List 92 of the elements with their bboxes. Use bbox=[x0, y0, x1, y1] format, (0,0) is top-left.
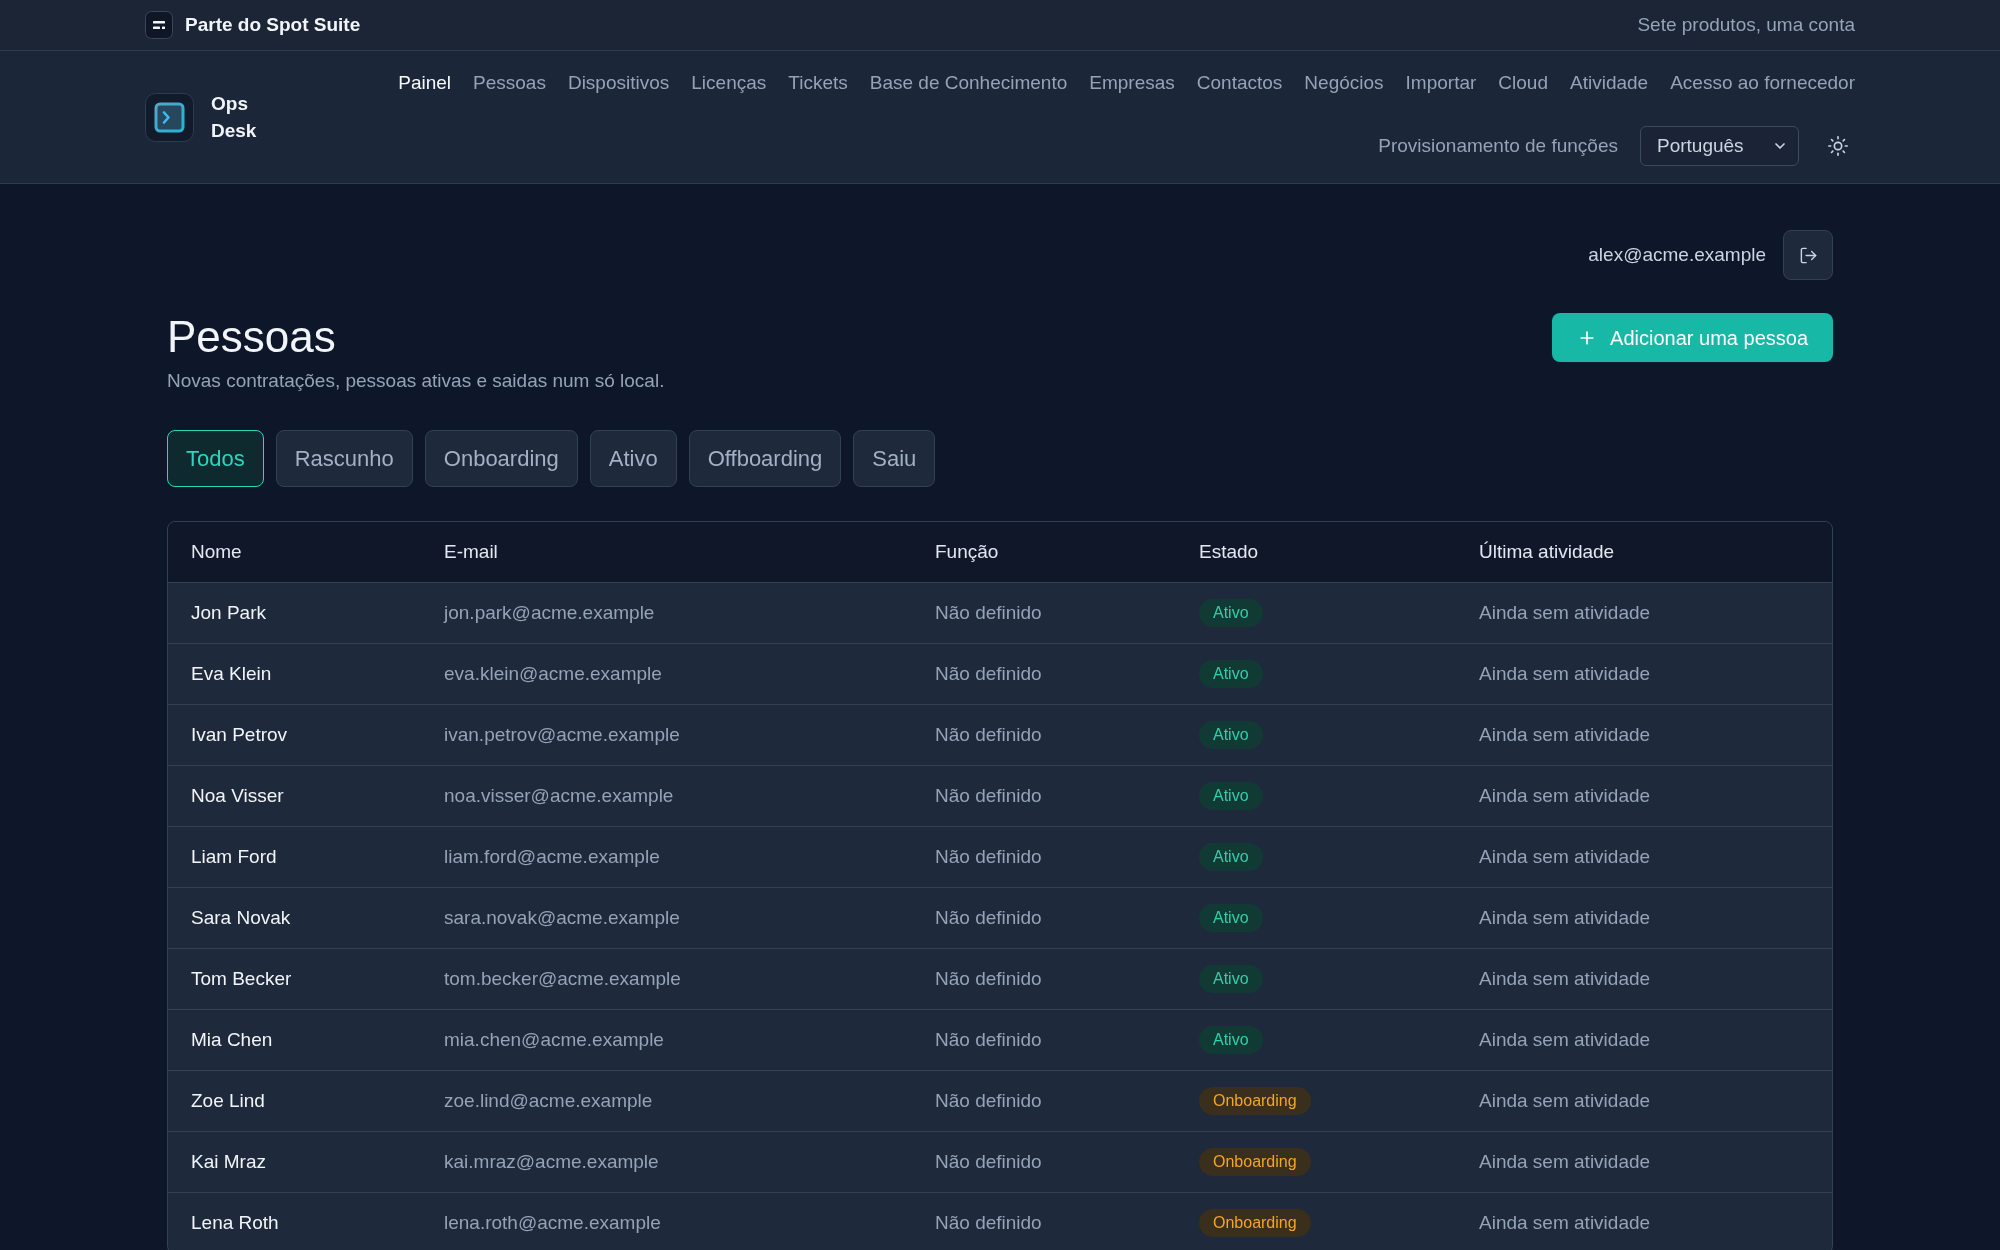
role-cell-text: Não definido bbox=[935, 905, 1042, 930]
nav-link[interactable]: Pessoas bbox=[473, 68, 546, 98]
role-cell-text: Não definido bbox=[935, 1088, 1042, 1113]
app-name: Ops Desk bbox=[211, 92, 257, 143]
nav-link[interactable]: Provisionamento de funções bbox=[1378, 131, 1618, 161]
status-badge: Ativo bbox=[1199, 660, 1263, 688]
activity-cell-text: Ainda sem atividade bbox=[1479, 1027, 1651, 1052]
column-header: Última atividade bbox=[1479, 539, 1615, 564]
filter-tab[interactable]: Onboarding bbox=[424, 430, 578, 487]
filter-tab[interactable]: Rascunho bbox=[275, 430, 413, 487]
role-cell-text: Não definido bbox=[935, 844, 1042, 869]
filter-tab[interactable]: Ativo bbox=[589, 430, 677, 487]
role-cell-text: Não definido bbox=[935, 600, 1042, 625]
column-header: Nome bbox=[191, 539, 242, 564]
role-cell-text: Não definido bbox=[935, 1027, 1042, 1052]
activity-cell-text: Ainda sem atividade bbox=[1479, 722, 1651, 747]
email-cell-text: lena.roth@acme.example bbox=[444, 1210, 661, 1235]
name-cell-text: Eva Klein bbox=[191, 661, 272, 686]
activity-cell-text: Ainda sem atividade bbox=[1479, 844, 1651, 869]
page-subtitle: Novas contratações, pessoas ativas e saidas num só local. bbox=[167, 369, 665, 393]
activity-cell-text: Ainda sem atividade bbox=[1479, 1088, 1651, 1113]
email-cell-text: mia.chen@acme.example bbox=[444, 1027, 664, 1052]
name-cell-text: Tom Becker bbox=[191, 966, 292, 991]
role-cell-text: Não definido bbox=[935, 783, 1042, 808]
nav-link[interactable]: Atividade bbox=[1570, 68, 1649, 98]
name-cell-text: Jon Park bbox=[191, 600, 266, 625]
nav-link[interactable]: Tickets bbox=[788, 68, 848, 98]
nav-link[interactable]: Acesso ao fornecedor bbox=[1670, 68, 1855, 98]
name-cell-text: Sara Novak bbox=[191, 905, 291, 930]
filter-tab[interactable]: Offboarding bbox=[688, 430, 842, 487]
name-cell-text: Noa Visser bbox=[191, 783, 284, 808]
nav-link[interactable]: Base de Conhecimento bbox=[869, 68, 1068, 98]
email-cell-text: ivan.petrov@acme.example bbox=[444, 722, 680, 747]
name-cell-text: Ivan Petrov bbox=[191, 722, 288, 747]
email-cell-text: kai.mraz@acme.example bbox=[444, 1149, 659, 1174]
role-cell-text: Não definido bbox=[935, 661, 1042, 686]
email-cell-text: sara.novak@acme.example bbox=[444, 905, 680, 930]
activity-cell-text: Ainda sem atividade bbox=[1479, 600, 1651, 625]
activity-cell-text: Ainda sem atividade bbox=[1479, 783, 1651, 808]
activity-cell-text: Ainda sem atividade bbox=[1479, 1210, 1651, 1235]
page-title: Pessoas bbox=[167, 311, 336, 363]
activity-cell-text: Ainda sem atividade bbox=[1479, 661, 1651, 686]
suite-title: Parte do Spot Suite bbox=[185, 12, 361, 37]
nav-link[interactable]: Dispositivos bbox=[567, 68, 670, 98]
nav-link[interactable]: Negócios bbox=[1304, 68, 1384, 98]
role-cell-text: Não definido bbox=[935, 966, 1042, 991]
column-header: E-mail bbox=[444, 539, 498, 564]
status-badge: Ativo bbox=[1199, 965, 1263, 993]
user-email: alex@acme.example bbox=[1588, 242, 1766, 267]
name-cell-text: Liam Ford bbox=[191, 844, 277, 869]
status-badge: Ativo bbox=[1199, 599, 1263, 627]
language-select[interactable]: Português bbox=[1640, 126, 1799, 166]
nav-link[interactable]: Licenças bbox=[691, 68, 767, 98]
terminal-logo-icon bbox=[145, 92, 194, 142]
activity-cell-text: Ainda sem atividade bbox=[1479, 905, 1651, 930]
activity-cell-text: Ainda sem atividade bbox=[1479, 966, 1651, 991]
status-badge: Ativo bbox=[1199, 904, 1263, 932]
logout-button[interactable] bbox=[1783, 230, 1833, 280]
status-badge: Ativo bbox=[1199, 1026, 1263, 1054]
status-badge: Onboarding bbox=[1199, 1209, 1311, 1237]
status-badge: Onboarding bbox=[1199, 1087, 1311, 1115]
name-cell-text: Lena Roth bbox=[191, 1210, 279, 1235]
role-cell-text: Não definido bbox=[935, 722, 1042, 747]
email-cell-text: zoe.lind@acme.example bbox=[444, 1088, 653, 1113]
nav-link[interactable]: Cloud bbox=[1498, 68, 1548, 98]
name-cell-text: Kai Mraz bbox=[191, 1149, 266, 1174]
status-badge: Onboarding bbox=[1199, 1148, 1311, 1176]
role-cell-text: Não definido bbox=[935, 1149, 1042, 1174]
nav-link[interactable]: Painel bbox=[398, 68, 452, 98]
status-badge: Ativo bbox=[1199, 782, 1263, 810]
status-badge: Ativo bbox=[1199, 721, 1263, 749]
filter-tab[interactable]: Saiu bbox=[853, 430, 936, 487]
column-header: Estado bbox=[1199, 539, 1259, 564]
email-cell-text: eva.klein@acme.example bbox=[444, 661, 662, 686]
column-header: Função bbox=[935, 539, 999, 564]
name-cell-text: Zoe Lind bbox=[191, 1088, 265, 1113]
email-cell-text: noa.visser@acme.example bbox=[444, 783, 674, 808]
suite-tagline: Sete produtos, uma conta bbox=[1637, 12, 1855, 37]
email-cell-text: liam.ford@acme.example bbox=[444, 844, 660, 869]
role-cell-text: Não definido bbox=[935, 1210, 1042, 1235]
suite-logo-icon bbox=[145, 11, 173, 39]
logout-icon bbox=[1798, 245, 1818, 265]
nav-link[interactable]: Empresas bbox=[1089, 68, 1175, 98]
status-badge: Ativo bbox=[1199, 843, 1263, 871]
nav-link[interactable]: Importar bbox=[1405, 68, 1477, 98]
name-cell-text: Mia Chen bbox=[191, 1027, 273, 1052]
sun-icon bbox=[1827, 135, 1849, 157]
activity-cell-text: Ainda sem atividade bbox=[1479, 1149, 1651, 1174]
filter-tab[interactable]: Todos bbox=[167, 430, 264, 487]
email-cell-text: jon.park@acme.example bbox=[444, 600, 655, 625]
email-cell-text: tom.becker@acme.example bbox=[444, 966, 681, 991]
nav-link[interactable]: Contactos bbox=[1196, 68, 1283, 98]
